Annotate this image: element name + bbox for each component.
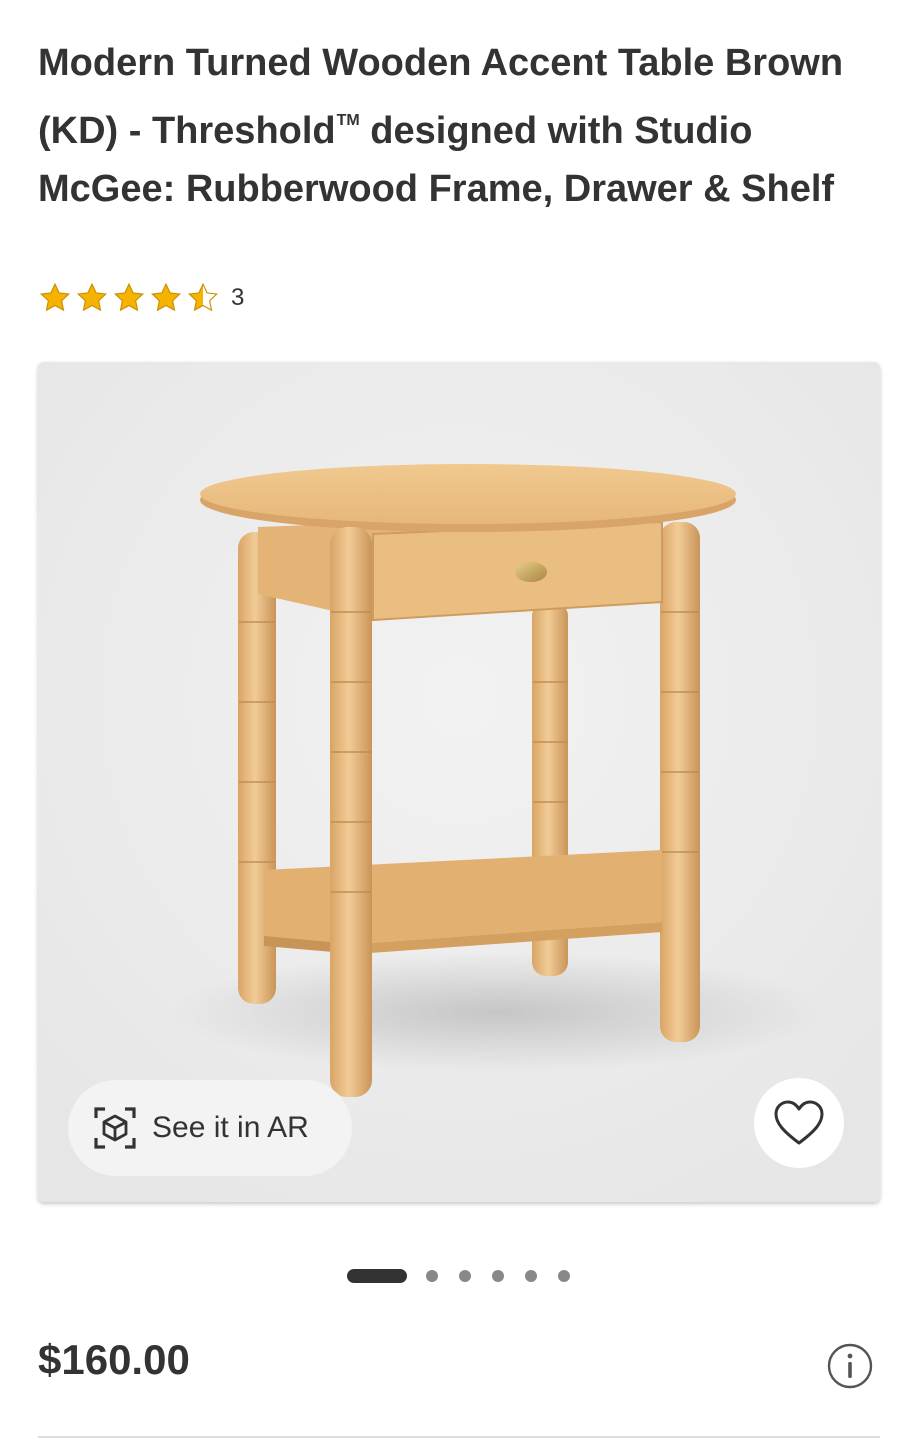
pager-dot[interactable]	[558, 1270, 570, 1282]
product-image	[38, 362, 880, 1202]
star-icon	[39, 282, 71, 312]
trademark-mark: TM	[336, 112, 360, 129]
pager-dot[interactable]	[492, 1270, 504, 1282]
price: $160.00	[38, 1336, 190, 1383]
rating-row[interactable]: 3	[38, 280, 244, 316]
star-icon	[113, 282, 145, 312]
divider	[38, 1436, 880, 1438]
product-image-carousel[interactable]: See it in AR	[38, 362, 880, 1202]
carousel-pager	[0, 1266, 918, 1286]
favorite-button[interactable]	[754, 1078, 844, 1168]
ar-cube-icon	[94, 1107, 136, 1149]
pager-dot[interactable]	[426, 1270, 438, 1282]
info-circle-icon[interactable]	[826, 1342, 874, 1390]
star-icon	[150, 282, 182, 312]
product-title: Modern Turned Wooden Accent Table Brown …	[38, 34, 888, 218]
pager-dot[interactable]	[525, 1270, 537, 1282]
pager-dot-active[interactable]	[347, 1269, 407, 1283]
heart-outline-icon	[774, 1100, 824, 1145]
see-in-ar-button[interactable]: See it in AR	[68, 1080, 352, 1176]
half-star-icon	[187, 282, 219, 312]
star-icon	[76, 282, 108, 312]
rating-count: 3	[231, 284, 245, 311]
see-in-ar-label: See it in AR	[152, 1111, 309, 1144]
pager-dot[interactable]	[459, 1270, 471, 1282]
